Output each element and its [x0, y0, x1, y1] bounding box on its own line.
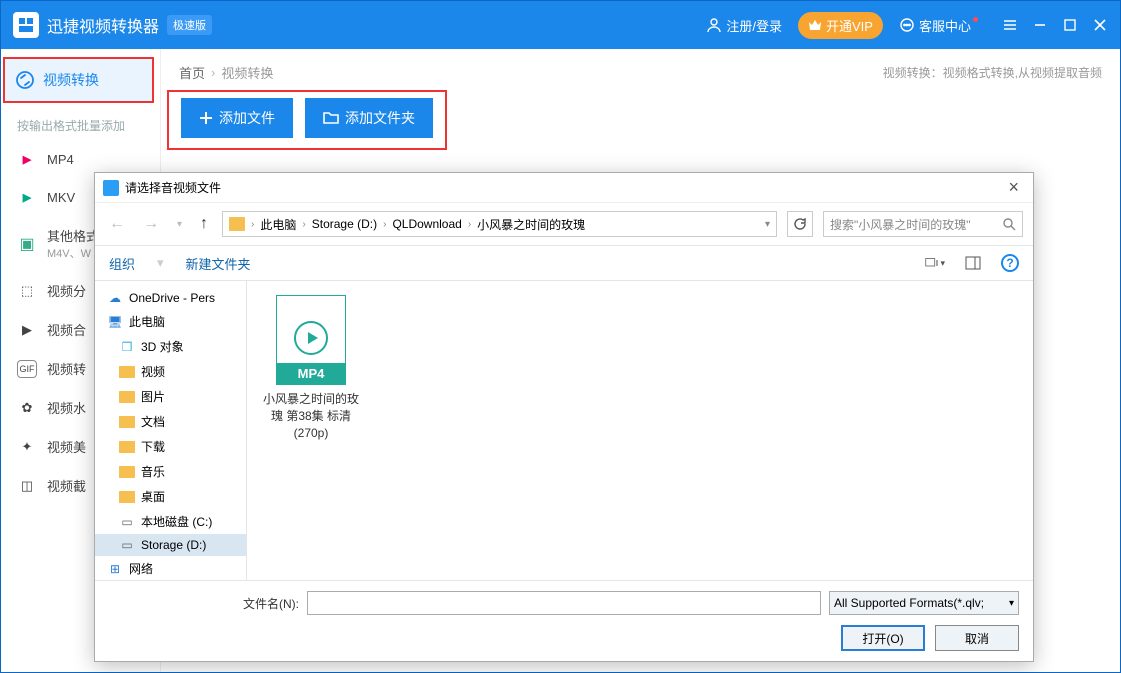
- nav-up-button[interactable]: ↑: [196, 215, 212, 233]
- sidebar-active-video-convert[interactable]: 视频转换: [3, 57, 154, 103]
- folder-icon: [323, 111, 339, 125]
- crown-icon: [808, 19, 822, 31]
- folder-icon: [119, 391, 135, 403]
- search-input[interactable]: 搜索"小风暴之时间的玫瑰": [823, 211, 1023, 237]
- file-list: MP4 小风暴之时间的玫瑰 第38集 标清(270p): [247, 281, 1033, 580]
- nav-recent-dropdown[interactable]: ▾: [173, 219, 186, 230]
- register-login-link[interactable]: 注册/登录: [706, 16, 782, 35]
- minimize-button[interactable]: [1032, 17, 1048, 33]
- refresh-button[interactable]: [787, 211, 813, 237]
- folder-icon: [119, 416, 135, 428]
- app-logo-icon: [13, 12, 39, 38]
- tree-item[interactable]: ⊞网络: [95, 556, 246, 580]
- action-button-row: 添加文件 添加文件夹: [167, 90, 447, 150]
- dialog-title: 请选择音视频文件: [125, 179, 221, 196]
- breadcrumb-current: 视频转换: [221, 63, 273, 82]
- dialog-titlebar: 请选择音视频文件 ×: [95, 173, 1033, 203]
- maximize-button[interactable]: [1062, 17, 1078, 33]
- titlebar: 迅捷视频转换器 极速版 注册/登录 开通VIP 客服中心: [1, 1, 1120, 49]
- dialog-toolbar: 组织 ▾ 新建文件夹 ▾ ?: [95, 245, 1033, 281]
- folder-icon: [119, 466, 135, 478]
- play-icon: [294, 321, 328, 355]
- net-icon: ⊞: [107, 562, 123, 576]
- add-folder-button[interactable]: 添加文件夹: [305, 98, 433, 138]
- cloud-icon: ☁: [107, 291, 123, 305]
- pc-icon: 🖥: [107, 315, 123, 329]
- view-mode-button[interactable]: ▾: [925, 254, 945, 272]
- chevron-down-icon: ▾: [1009, 598, 1014, 609]
- new-folder-button[interactable]: 新建文件夹: [186, 254, 251, 273]
- dialog-app-icon: [103, 180, 119, 196]
- tree-item[interactable]: 下载: [95, 434, 246, 459]
- file-type-filter[interactable]: All Supported Formats(*.qlv; ▾: [829, 591, 1019, 615]
- refresh-icon: [793, 217, 807, 231]
- folder-tree: ☁OneDrive - Pers🖥此电脑❒3D 对象视频图片文档下载音乐桌面▭本…: [95, 281, 247, 580]
- cancel-button[interactable]: 取消: [935, 625, 1019, 651]
- tree-item[interactable]: ▭本地磁盘 (C:): [95, 509, 246, 534]
- page-description: 视频转换：视频格式转换,从视频提取音频: [883, 64, 1102, 81]
- organize-menu[interactable]: 组织: [109, 254, 135, 273]
- folder-icon: [119, 491, 135, 503]
- folder-icon: [119, 441, 135, 453]
- mkv-icon: ▶: [17, 188, 37, 206]
- breadcrumb-home[interactable]: 首页: [179, 63, 205, 82]
- split-icon: ⬚: [17, 282, 37, 300]
- chat-icon: [899, 17, 915, 33]
- folder-icon: [229, 217, 245, 231]
- vip-button[interactable]: 开通VIP: [798, 12, 883, 39]
- tree-item[interactable]: ❒3D 对象: [95, 334, 246, 359]
- tree-item[interactable]: 🖥此电脑: [95, 309, 246, 334]
- tree-item[interactable]: ▭Storage (D:): [95, 534, 246, 556]
- tree-item[interactable]: 视频: [95, 359, 246, 384]
- breadcrumb: 首页 › 视频转换 视频转换：视频格式转换,从视频提取音频: [161, 49, 1120, 90]
- folder-icon: [119, 366, 135, 378]
- filename-input[interactable]: [307, 591, 821, 615]
- file-name: 小风暴之时间的玫瑰 第38集 标清(270p): [261, 391, 361, 441]
- sidebar-hint: 按输出格式批量添加: [1, 107, 160, 140]
- chevron-down-icon[interactable]: ▾: [765, 219, 770, 230]
- tree-item[interactable]: 图片: [95, 384, 246, 409]
- preview-pane-button[interactable]: [963, 254, 983, 272]
- user-icon: [706, 17, 722, 33]
- beautify-icon: ✦: [17, 438, 37, 456]
- tree-item[interactable]: 音乐: [95, 459, 246, 484]
- gif-icon: GIF: [17, 360, 37, 378]
- dialog-close-button[interactable]: ×: [1002, 177, 1025, 198]
- cube-icon: ❒: [119, 340, 135, 354]
- watermark-icon: ✿: [17, 399, 37, 417]
- dialog-footer: 文件名(N): All Supported Formats(*.qlv; ▾ 打…: [95, 580, 1033, 661]
- plus-icon: [199, 111, 213, 125]
- app-title: 迅捷视频转换器: [47, 13, 159, 37]
- merge-icon: ▶: [17, 321, 37, 339]
- nav-back-button[interactable]: ←: [105, 215, 129, 233]
- notification-dot-icon: [973, 17, 978, 22]
- file-item[interactable]: MP4 小风暴之时间的玫瑰 第38集 标清(270p): [261, 295, 361, 441]
- filename-label: 文件名(N):: [109, 595, 299, 612]
- file-thumbnail: MP4: [276, 295, 346, 385]
- menu-icon[interactable]: [1002, 17, 1018, 33]
- open-button[interactable]: 打开(O): [841, 625, 925, 651]
- mp4-icon: ▶: [17, 150, 37, 168]
- edition-tag: 极速版: [167, 15, 212, 35]
- convert-icon: [15, 70, 35, 90]
- tree-item[interactable]: 桌面: [95, 484, 246, 509]
- support-link[interactable]: 客服中心: [899, 16, 980, 35]
- other-format-icon: ▣: [17, 235, 37, 253]
- drv-icon: ▭: [119, 515, 135, 529]
- drv-icon: ▭: [119, 538, 135, 552]
- add-file-button[interactable]: 添加文件: [181, 98, 293, 138]
- path-breadcrumb[interactable]: › 此电脑› Storage (D:)› QLDownload› 小风暴之时间的…: [222, 211, 777, 237]
- close-button[interactable]: [1092, 17, 1108, 33]
- nav-forward-button[interactable]: →: [139, 215, 163, 233]
- search-icon: [1002, 217, 1016, 231]
- tree-item[interactable]: ☁OneDrive - Pers: [95, 287, 246, 309]
- help-button[interactable]: ?: [1001, 254, 1019, 272]
- dialog-nav: ← → ▾ ↑ › 此电脑› Storage (D:)› QLDownload›…: [95, 203, 1033, 245]
- screenshot-icon: ◫: [17, 477, 37, 495]
- tree-item[interactable]: 文档: [95, 409, 246, 434]
- file-open-dialog: 请选择音视频文件 × ← → ▾ ↑ › 此电脑› Storage (D:)› …: [94, 172, 1034, 662]
